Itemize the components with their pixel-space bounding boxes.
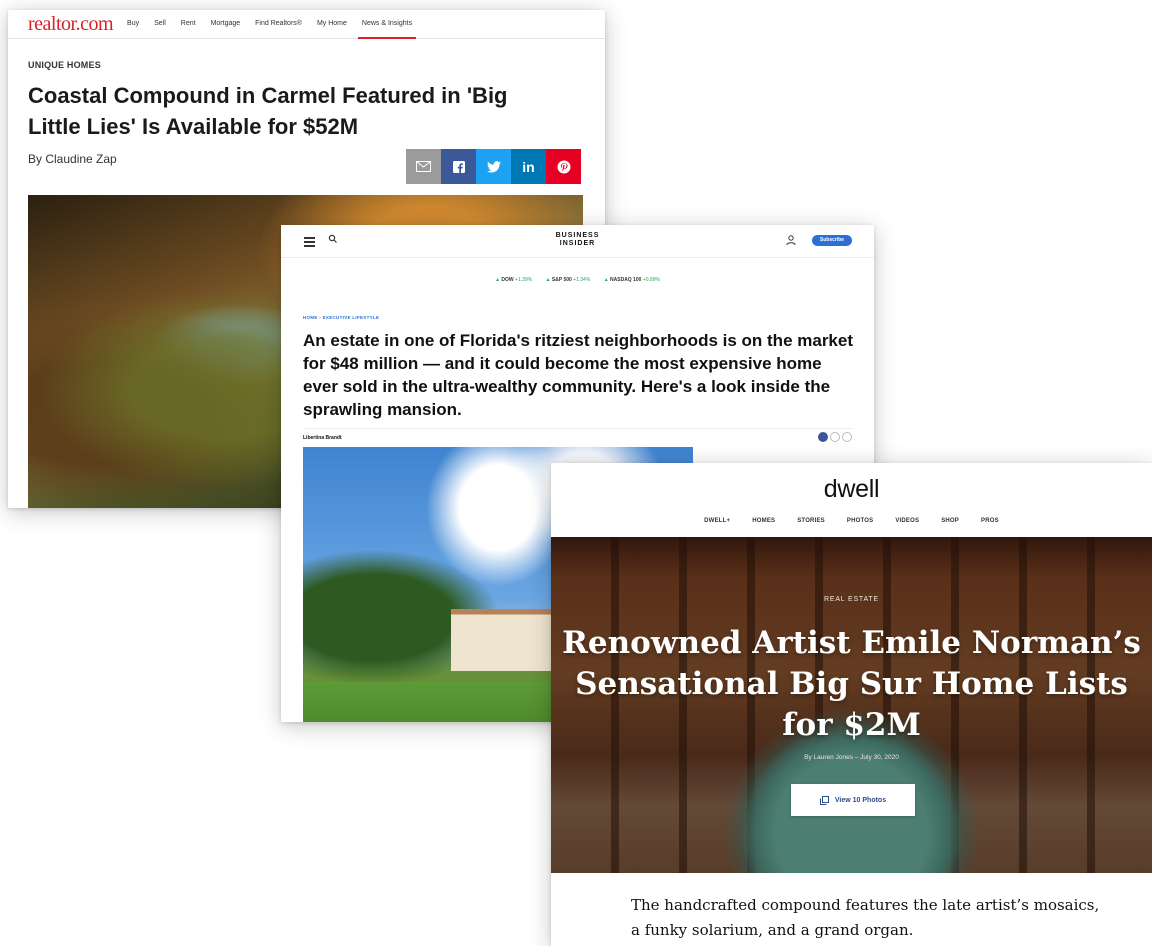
twitter-icon	[486, 160, 501, 173]
up-arrow-icon: ▲	[603, 277, 609, 283]
article-headline: Coastal Compound in Carmel Featured in '…	[28, 83, 508, 139]
dwell-logo[interactable]: dwell	[551, 475, 1152, 504]
twitter-share-button[interactable]	[476, 149, 511, 184]
view-photos-button[interactable]: View 10 Photos	[791, 784, 915, 816]
article-dek: The handcrafted compound features the la…	[631, 896, 1100, 939]
linkedin-share-button[interactable]: in	[511, 149, 546, 184]
article-author[interactable]: Libertina Brandt	[303, 435, 342, 441]
nav-item-stories[interactable]: STORIES	[797, 518, 825, 524]
gallery-icon	[819, 795, 829, 805]
ticker-name: DOW	[501, 277, 514, 283]
ticker-change: +0.99%	[642, 277, 660, 283]
nav-item-my-home[interactable]: My Home	[317, 10, 347, 38]
ticker-item[interactable]: ▲ NASDAQ 100 +0.99%	[604, 277, 660, 283]
realtor-nav-bar: realtor.com Buy Sell Rent Mortgage Find …	[8, 10, 605, 39]
article-byline: By Claudine Zap	[28, 152, 117, 166]
nav-item-dwell-plus[interactable]: DWELL+	[704, 518, 730, 524]
article-byline: By Lauren Jones – July 30, 2020	[804, 754, 899, 761]
up-arrow-icon: ▲	[545, 277, 551, 283]
nav-item-news-insights[interactable]: News & Insights	[357, 10, 417, 39]
email-share-icon[interactable]	[830, 432, 840, 442]
share-buttons	[816, 432, 852, 442]
ticker-name: S&P 500	[551, 277, 572, 283]
view-photos-label: View 10 Photos	[834, 796, 887, 804]
author-row: Libertina Brandt	[303, 428, 852, 445]
dwell-nav-bar: DWELL+ HOMES STORIES PHOTOS VIDEOS SHOP …	[551, 518, 1152, 524]
pinterest-share-button[interactable]	[546, 149, 581, 184]
linkedin-icon: in	[522, 158, 535, 175]
article-category[interactable]: UNIQUE HOMES	[28, 60, 101, 70]
share-bar: in	[406, 149, 581, 184]
up-arrow-icon: ▲	[495, 277, 501, 283]
ticker-change: +1.34%	[573, 277, 591, 283]
email-share-button[interactable]	[406, 149, 441, 184]
ticker-item[interactable]: ▲ DOW +1.39%	[495, 277, 532, 283]
nav-item-find-realtors[interactable]: Find Realtors®	[255, 10, 302, 38]
nav-item-pros[interactable]: PROS	[981, 518, 999, 524]
nav-item-homes[interactable]: HOMES	[752, 518, 775, 524]
realtor-logo[interactable]: realtor.com	[28, 13, 114, 36]
ticker-change: +1.39%	[515, 277, 533, 283]
market-ticker: ▲ DOW +1.39% ▲ S&P 500 +1.34% ▲ NASDAQ 1…	[281, 277, 874, 283]
email-icon	[416, 161, 431, 172]
subscribe-button[interactable]: Subscribe	[812, 235, 852, 246]
facebook-share-button[interactable]	[441, 149, 476, 184]
ticker-name: NASDAQ 100	[610, 277, 642, 283]
dwell-article-card: dwell DWELL+ HOMES STORIES PHOTOS VIDEOS…	[551, 463, 1152, 946]
article-category[interactable]: REAL ESTATE	[551, 596, 1152, 603]
nav-item-shop[interactable]: SHOP	[941, 518, 959, 524]
facebook-share-icon[interactable]	[818, 432, 828, 442]
nav-item-buy[interactable]: Buy	[127, 10, 139, 38]
nav-item-photos[interactable]: PHOTOS	[847, 518, 873, 524]
facebook-icon	[452, 160, 465, 173]
breadcrumb[interactable]: HOME › EXECUTIVE LIFESTYLE	[303, 315, 379, 320]
nav-item-rent[interactable]: Rent	[181, 10, 196, 38]
user-icon[interactable]	[785, 234, 797, 246]
nav-item-sell[interactable]: Sell	[154, 10, 166, 38]
nav-item-videos[interactable]: VIDEOS	[895, 518, 919, 524]
article-headline: Renowned Artist Emile Norman’s Sensation…	[562, 625, 1141, 743]
nav-item-mortgage[interactable]: Mortgage	[211, 10, 241, 38]
pinterest-icon	[557, 160, 570, 173]
article-headline: An estate in one of Florida's ritziest n…	[303, 331, 854, 419]
bi-header: BUSINESS INSIDER Subscribe	[281, 225, 874, 258]
ticker-item[interactable]: ▲ S&P 500 +1.34%	[546, 277, 591, 283]
more-share-icon[interactable]	[842, 432, 852, 442]
